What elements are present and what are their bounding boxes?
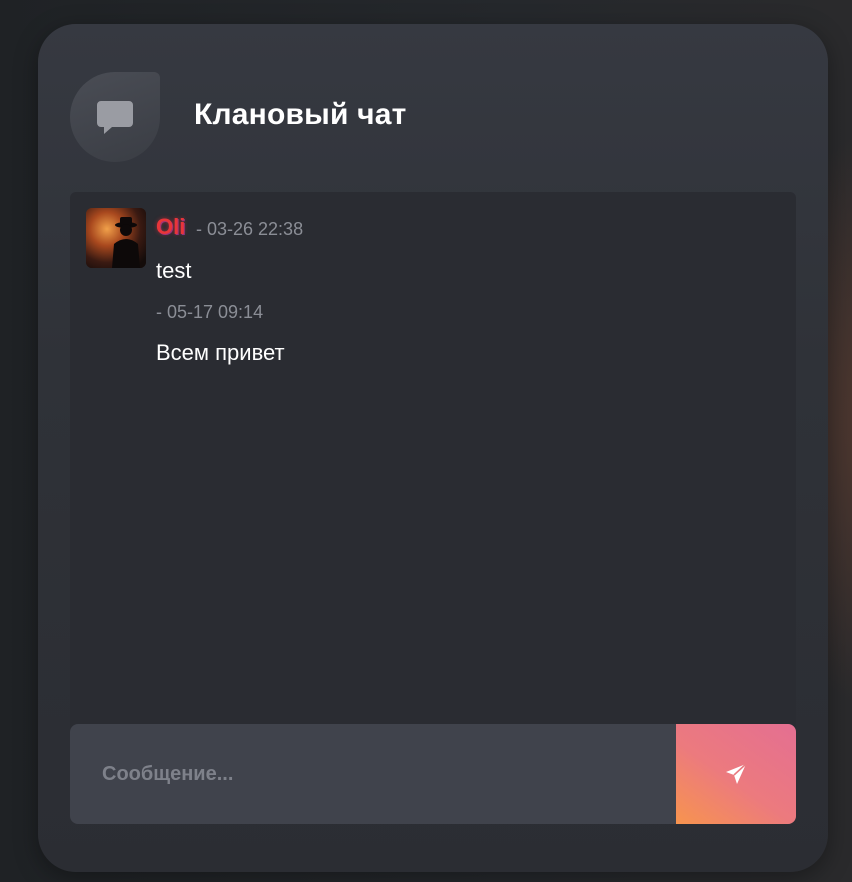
chat-bubble-icon <box>97 101 133 134</box>
avatar[interactable] <box>86 208 146 268</box>
message-text: test <box>156 258 192 283</box>
send-button[interactable] <box>676 724 796 824</box>
message-timestamp: - 03-26 22:38 <box>196 219 304 239</box>
chat-title: Клановый чат <box>194 98 407 131</box>
chat-header-icon-badge <box>70 72 160 162</box>
message-composer <box>70 724 796 824</box>
avatar-image <box>86 208 146 268</box>
paper-plane-icon <box>726 763 747 784</box>
message-timestamp: - 05-17 09:14 <box>156 302 264 322</box>
message-text: Всем привет <box>156 340 285 365</box>
clan-chat-panel: Клановый чат Oli - 03-26 22:38 test - 05… <box>38 24 828 872</box>
messages-list[interactable]: Oli - 03-26 22:38 test - 05-17 09:14 Все… <box>70 192 796 737</box>
message-input[interactable] <box>70 724 676 824</box>
message-author[interactable]: Oli <box>156 214 185 240</box>
